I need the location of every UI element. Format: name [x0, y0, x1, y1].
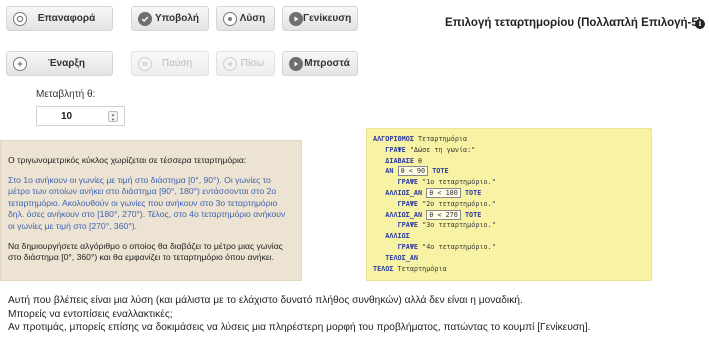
reset-button[interactable]: Επαναφορά [6, 6, 113, 31]
info-icon[interactable]: i [695, 19, 705, 29]
reset-button-label: Επαναφορά [37, 13, 96, 24]
submit-button[interactable]: Υποβολή [131, 6, 209, 31]
back-button-label: Πίσω [240, 58, 265, 69]
pause-button-label: Παύση [161, 58, 193, 69]
code-line: ΤΕΛΟΣ_ΑΝ [385, 253, 419, 262]
problem-task: Να δημιουργήσετε αλγόριθμο ο οποίος θα δ… [8, 240, 283, 263]
code-line: ΑΛΓΟΡΙΘΜΟΣ Τεταρτημόρια [373, 135, 468, 143]
solution-icon [223, 11, 237, 26]
condition-3-box: θ < 270 [426, 209, 461, 220]
check-icon [138, 11, 152, 26]
solution-button-label: Λύση [239, 13, 266, 24]
footer-line-2: Μπορείς να εντοπίσεις εναλλακτικές; [8, 308, 173, 320]
footer-notes: Αυτή που βλέπεις είναι μια λύση (και μάλ… [8, 294, 590, 335]
generalize-button-label: Γενίκευση [303, 13, 352, 24]
code-line: ΑΛΛΙΩΣ_ΑΝ θ < 180 ΤΟΤΕ [385, 187, 482, 198]
variable-value[interactable]: 10 [61, 111, 72, 122]
forward-button[interactable]: Μπροστά [282, 51, 358, 76]
reset-icon [13, 11, 27, 26]
code-line: ΔΙΑΒΑΣΕ θ [385, 156, 423, 165]
code-line: ΓΡΑΨΕ "2ο τεταρτημόριο." [397, 199, 496, 208]
problem-details: Στο 1ο ανήκουν οι γωνίες με τιμή στο διά… [8, 174, 286, 231]
spinner-arrows-icon[interactable]: ▲ ▼ [108, 111, 118, 122]
forward-icon [289, 56, 303, 71]
footer-line-3: Αν προτιμάς, μπορείς επίσης να δοκιμάσει… [8, 322, 591, 334]
generalize-button[interactable]: Γενίκευση [282, 6, 358, 31]
play-icon [289, 11, 303, 26]
code-line: ΑΛΛΙΩΣ [385, 232, 410, 241]
code-line: ΑΝ θ < 90 ΤΟΤΕ [385, 166, 449, 177]
code-line: ΓΡΑΨΕ "4ο τεταρτημόριο." [397, 242, 496, 251]
pause-button[interactable]: Παύση [131, 51, 209, 76]
variable-stepper[interactable]: 10 ▲ ▼ [36, 106, 125, 126]
back-icon [223, 56, 237, 71]
condition-1-box: θ < 90 [397, 166, 429, 177]
solution-button[interactable]: Λύση [216, 6, 275, 31]
page-title: Επιλογή τεταρτημορίου (Πολλαπλή Επιλογή-… [445, 17, 702, 29]
code-line: ΤΕΛΟΣ Τεταρτημόρια [373, 264, 447, 273]
pause-icon [138, 56, 152, 71]
forward-button-label: Μπροστά [304, 58, 350, 69]
back-button[interactable]: Πίσω [216, 51, 275, 76]
variable-label: Μεταβλητή θ: [36, 89, 96, 100]
algorithm-code: ΑΛΓΟΡΙΘΜΟΣ Τεταρτημόρια ΓΡΑΨΕ "Δώσε τη γ… [366, 128, 652, 281]
code-line: ΑΛΛΙΩΣ_ΑΝ θ < 270 ΤΟΤΕ [385, 209, 482, 220]
code-line: ΓΡΑΨΕ "Δώσε τη γωνία:" [385, 145, 476, 154]
start-button[interactable]: Έναρξη [6, 51, 113, 76]
start-icon [13, 56, 27, 71]
start-button-label: Έναρξη [48, 58, 85, 69]
condition-2-box: θ < 180 [426, 187, 461, 198]
footer-line-1: Αυτή που βλέπεις είναι μια λύση (και μάλ… [8, 295, 523, 306]
problem-intro: Ο τριγωνομετρικός κύκλος χωρίζεται σε τέ… [8, 155, 247, 165]
code-line: ΓΡΑΨΕ "1ο τεταρτημόριο." [397, 178, 496, 187]
code-line: ΓΡΑΨΕ "3ο τεταρτημόριο." [397, 221, 496, 230]
problem-statement: Ο τριγωνομετρικός κύκλος χωρίζεται σε τέ… [0, 140, 302, 281]
submit-button-label: Υποβολή [154, 13, 200, 24]
